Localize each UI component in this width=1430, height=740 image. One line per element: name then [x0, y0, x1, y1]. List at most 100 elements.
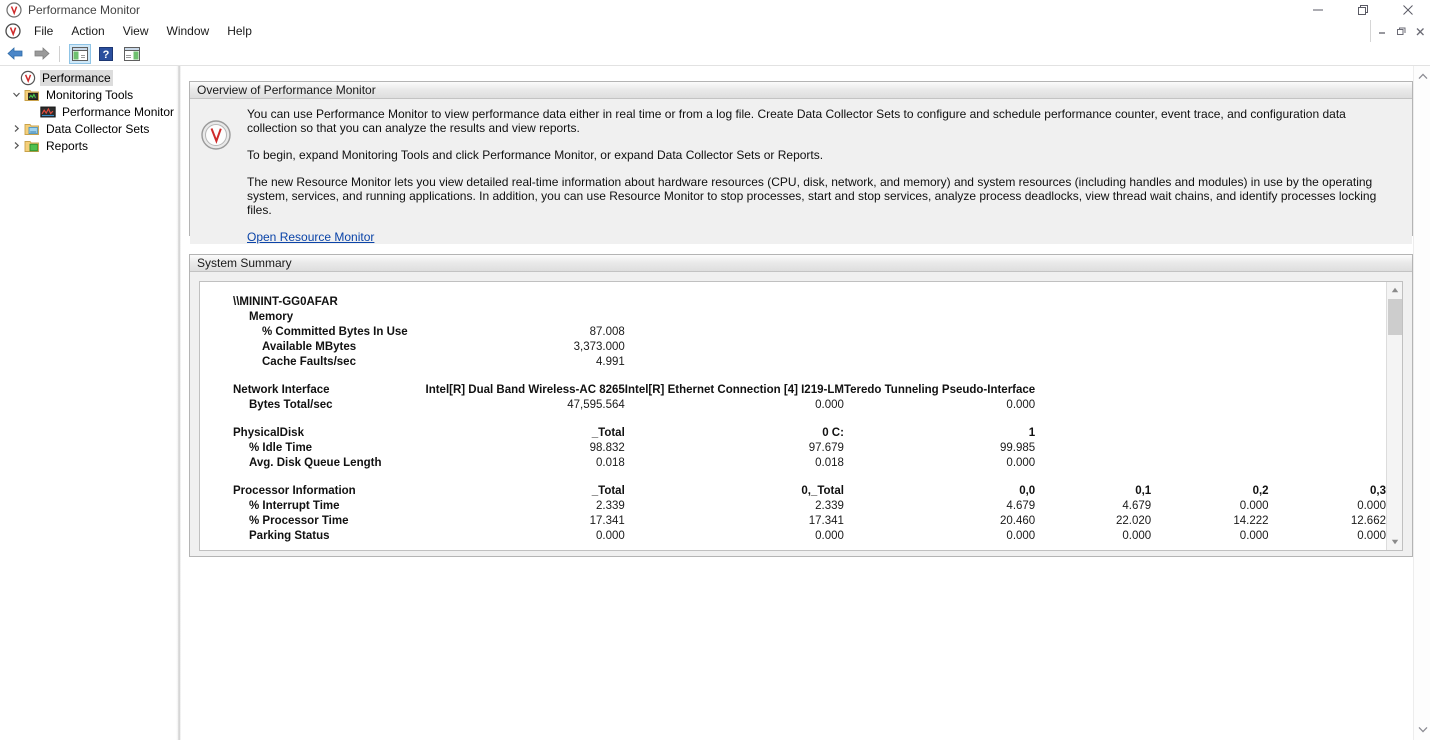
- table-row: Bytes Total/sec 47,595.564 0.000 0.000: [218, 399, 1386, 414]
- window-title: Performance Monitor: [28, 3, 141, 17]
- counter-value: 0.000: [1006, 457, 1036, 469]
- back-button[interactable]: [4, 44, 26, 64]
- column-header: 0,1: [1135, 485, 1152, 497]
- chevron-right-icon[interactable]: [8, 121, 24, 137]
- menu-item-help[interactable]: Help: [218, 21, 261, 41]
- counter-value: 22.020: [1116, 515, 1152, 527]
- column-header: Intel[R] Dual Band Wireless-AC 8265: [425, 384, 625, 396]
- counter-value: 0.000: [1122, 530, 1152, 542]
- counter-label: % Idle Time: [249, 442, 313, 454]
- system-summary-table: \\MININT-GG0AFAR Memory % Committed Byte…: [218, 296, 1386, 545]
- chevron-down-icon[interactable]: [8, 87, 24, 103]
- perfmon-icon: [6, 2, 22, 18]
- tree-expander[interactable]: [4, 70, 20, 86]
- overview-paragraph-1: You can use Performance Monitor to view …: [247, 107, 1346, 135]
- data-collector-folder-icon: [24, 121, 40, 137]
- console-tree: Performance Monitoring Tools Performance…: [0, 66, 176, 154]
- minimize-button[interactable]: [1295, 0, 1340, 20]
- show-console-tree-button[interactable]: [69, 43, 91, 64]
- column-header: 0,3: [1370, 485, 1386, 497]
- main-content: Performance Monitoring Tools Performance…: [0, 66, 1430, 740]
- scrollbar-thumb[interactable]: [1388, 299, 1402, 335]
- group-name-memory: Memory: [249, 311, 294, 323]
- perfmon-icon: [20, 70, 36, 86]
- table-row: Parking Status 0.000 0.000 0.000 0.000 0…: [218, 530, 1386, 545]
- mdi-window-controls: [1370, 20, 1430, 42]
- column-header: _Total: [591, 485, 625, 497]
- tree-item-reports[interactable]: Reports: [0, 137, 176, 154]
- system-summary-scrollbar[interactable]: [1386, 282, 1402, 550]
- table-row: % Processor Time 17.341 17.341 20.460 22…: [218, 515, 1386, 530]
- scroll-up-arrow-icon[interactable]: [1387, 282, 1402, 298]
- counter-label: Avg. Disk Queue Length: [249, 457, 382, 469]
- table-row: Processor Information _Total 0,_Total 0,…: [218, 485, 1386, 500]
- tree-item-data-collector-sets[interactable]: Data Collector Sets: [0, 120, 176, 137]
- counter-label: % Committed Bytes In Use: [262, 326, 408, 338]
- counter-value: 0.018: [596, 457, 625, 469]
- overview-text: You can use Performance Monitor to view …: [234, 107, 1402, 244]
- counter-value: 17.341: [589, 515, 625, 527]
- counter-label: % Interrupt Time: [249, 500, 340, 512]
- counter-value: 0.000: [1357, 530, 1386, 542]
- svg-text:?: ?: [103, 49, 110, 61]
- counter-label: Parking Status: [249, 530, 330, 542]
- table-row: Network Interface Intel[R] Dual Band Wir…: [218, 384, 1386, 399]
- system-summary-table-container: \\MININT-GG0AFAR Memory % Committed Byte…: [199, 281, 1403, 551]
- counter-value: 20.460: [1000, 515, 1036, 527]
- group-name-processor-information: Processor Information: [233, 485, 356, 497]
- details-pane-inner: Overview of Performance Monitor You can …: [181, 66, 1413, 740]
- table-row: % Committed Bytes In Use 87.008: [218, 326, 1386, 341]
- close-button[interactable]: [1385, 0, 1430, 20]
- overview-paragraph-2: To begin, expand Monitoring Tools and cl…: [247, 148, 824, 162]
- show-action-pane-button[interactable]: [121, 44, 143, 64]
- gauge-icon: [200, 107, 234, 244]
- counter-value: 4.991: [596, 356, 625, 368]
- counter-value: 0.000: [815, 530, 844, 542]
- mdi-restore-button[interactable]: [1392, 22, 1410, 40]
- reports-folder-icon: [24, 138, 40, 154]
- counter-value: 0.000: [596, 530, 625, 542]
- column-header: 0 C:: [822, 427, 844, 439]
- counter-label: % Processor Time: [249, 515, 349, 527]
- forward-button[interactable]: [30, 44, 52, 64]
- group-name-network-interface: Network Interface: [233, 384, 330, 396]
- system-summary-scroll-area: \\MININT-GG0AFAR Memory % Committed Byte…: [200, 282, 1386, 550]
- system-summary-panel-body: \\MININT-GG0AFAR Memory % Committed Byte…: [190, 281, 1412, 551]
- scroll-up-arrow-icon[interactable]: [1414, 68, 1430, 85]
- counter-value: 98.832: [589, 442, 625, 454]
- menu-item-view[interactable]: View: [114, 21, 158, 41]
- system-summary-panel-header: System Summary: [190, 255, 1412, 272]
- menu-bar: File Action View Window Help: [0, 20, 1430, 42]
- scroll-down-arrow-icon[interactable]: [1414, 721, 1430, 738]
- mdi-minimize-button[interactable]: [1373, 22, 1391, 40]
- tree-item-label: Reports: [46, 138, 89, 153]
- chevron-right-icon[interactable]: [8, 138, 24, 154]
- counter-value: 87.008: [589, 326, 625, 338]
- table-row: Cache Faults/sec 4.991: [218, 356, 1386, 371]
- tree-item-monitoring-tools[interactable]: Monitoring Tools: [0, 86, 176, 103]
- menu-item-action[interactable]: Action: [62, 21, 113, 41]
- menu-item-window[interactable]: Window: [158, 21, 219, 41]
- toolbar: ?: [0, 42, 1430, 66]
- restore-button[interactable]: [1340, 0, 1385, 20]
- details-pane: Overview of Performance Monitor You can …: [181, 66, 1430, 740]
- table-row: Available MBytes 3,373.000: [218, 341, 1386, 356]
- mdi-close-button[interactable]: [1411, 22, 1429, 40]
- counter-value: 3,373.000: [573, 341, 625, 353]
- performance-monitor-icon: [40, 104, 56, 120]
- details-pane-scrollbar[interactable]: [1413, 66, 1430, 740]
- open-resource-monitor-link[interactable]: Open Resource Monitor: [247, 230, 374, 244]
- menu-item-file[interactable]: File: [25, 21, 62, 41]
- counter-value: 0.000: [1006, 399, 1036, 411]
- counter-value: 14.222: [1233, 515, 1269, 527]
- tree-item-performance[interactable]: Performance: [0, 69, 176, 86]
- scroll-down-arrow-icon[interactable]: [1387, 534, 1402, 550]
- counter-value: 2.339: [815, 500, 844, 512]
- overview-panel-body: You can use Performance Monitor to view …: [190, 99, 1412, 244]
- performance-monitor-window: Performance Monitor File Action View Win…: [0, 0, 1430, 740]
- column-header: _Total: [591, 427, 625, 439]
- counter-value: 0.000: [815, 399, 844, 411]
- counter-value: 0.000: [1357, 500, 1386, 512]
- tree-item-performance-monitor[interactable]: Performance Monitor: [0, 103, 176, 120]
- help-button[interactable]: ?: [95, 44, 117, 64]
